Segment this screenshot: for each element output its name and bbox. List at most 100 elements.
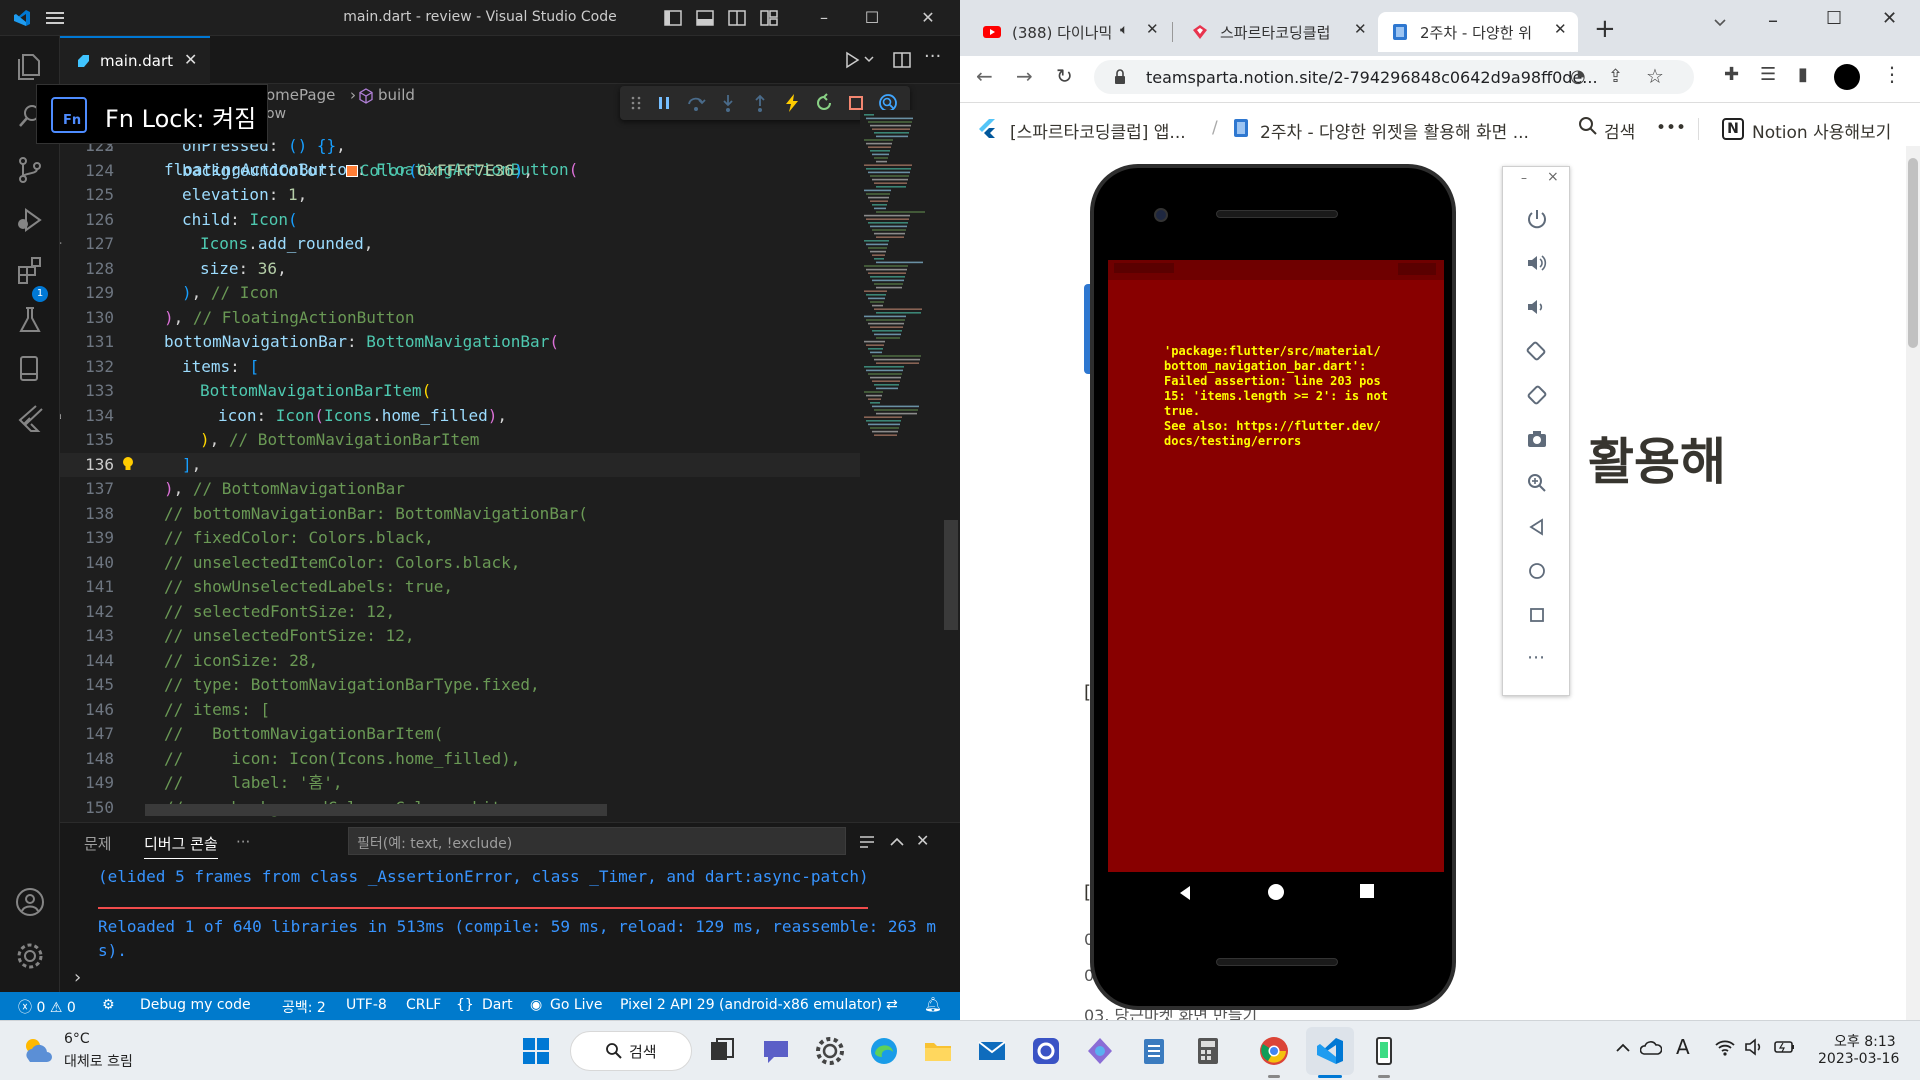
tab-close-icon[interactable]: ✕ bbox=[184, 50, 197, 69]
explorer-icon[interactable] bbox=[14, 50, 46, 82]
notion-search-label[interactable]: 검색 bbox=[1604, 118, 1635, 143]
home-circle-icon[interactable] bbox=[1525, 559, 1549, 583]
profile-avatar[interactable] bbox=[1834, 64, 1860, 90]
customize-layout-icon[interactable] bbox=[760, 9, 778, 27]
edge-icon[interactable] bbox=[868, 1035, 900, 1067]
breadcrumb-item-class[interactable]: omePage bbox=[266, 86, 335, 104]
address-bar[interactable]: teamsparta.notion.site/2-794296848c0642d… bbox=[1094, 60, 1694, 94]
chrome-maximize-icon[interactable]: ☐ bbox=[1826, 8, 1842, 29]
power-icon[interactable] bbox=[1525, 207, 1549, 231]
notion-search-icon[interactable] bbox=[1578, 116, 1598, 136]
notifications-bell-icon[interactable]: 🔔︎ bbox=[924, 997, 942, 1013]
back-triangle-icon[interactable] bbox=[1525, 515, 1549, 539]
tab-search-chevron-icon[interactable] bbox=[1712, 14, 1728, 30]
extended-controls-icon[interactable]: ⋯ bbox=[1527, 647, 1545, 668]
chrome-icon[interactable] bbox=[1258, 1035, 1290, 1067]
forward-arrow-icon[interactable]: → bbox=[1016, 64, 1033, 88]
minimize-icon[interactable]: – bbox=[812, 6, 836, 30]
toggle-secondary-sidebar-icon[interactable] bbox=[728, 9, 746, 27]
flutter-device[interactable]: Pixel 2 API 29 (android-x86 emulator) bbox=[620, 997, 882, 1013]
run-debug-icon[interactable] bbox=[14, 204, 46, 236]
taskbar-search[interactable]: 검색 bbox=[570, 1031, 692, 1071]
tab-close-icon[interactable]: ✕ bbox=[1146, 20, 1159, 38]
speaker-volume-icon[interactable] bbox=[1744, 1037, 1764, 1057]
try-notion-button[interactable]: Notion 사용해보기 bbox=[1752, 118, 1891, 143]
audio-playing-icon[interactable]: 🔈︎ bbox=[1120, 22, 1128, 38]
maximize-panel-chevron-icon[interactable] bbox=[888, 833, 906, 851]
app-c-icon[interactable] bbox=[1030, 1035, 1062, 1067]
extensions-icon[interactable] bbox=[14, 254, 46, 286]
vscode-taskbar-icon[interactable] bbox=[1314, 1035, 1346, 1067]
editor-horizontal-scrollbar[interactable] bbox=[145, 804, 607, 816]
device-icon[interactable] bbox=[14, 352, 46, 384]
account-icon[interactable] bbox=[14, 886, 46, 918]
debug-console-filter-input[interactable]: 필터(예: text, !exclude) bbox=[348, 827, 846, 855]
performance-icon[interactable]: ◔ bbox=[1570, 66, 1586, 87]
bookmark-star-icon[interactable]: ☆ bbox=[1646, 64, 1664, 88]
debug-status-icon[interactable]: ⚙ bbox=[102, 997, 115, 1013]
word-wrap-icon[interactable] bbox=[858, 833, 876, 851]
settings-icon[interactable] bbox=[814, 1035, 846, 1067]
settings-gear-icon[interactable] bbox=[14, 940, 46, 972]
go-live-button[interactable]: Go Live bbox=[550, 997, 602, 1013]
nav-recents-icon[interactable] bbox=[1360, 884, 1374, 898]
clock-date[interactable]: 2023-03-16 bbox=[1818, 1051, 1899, 1067]
notion-more-icon[interactable]: ••• bbox=[1656, 118, 1686, 138]
tab-close-icon[interactable]: ✕ bbox=[1354, 20, 1367, 38]
panel-more-icon[interactable]: ··· bbox=[236, 833, 250, 851]
errors-status[interactable]: ⓧ 0 ⚠ 0 bbox=[18, 997, 76, 1017]
extensions-puzzle-icon[interactable]: ✚ bbox=[1724, 64, 1739, 85]
reload-icon[interactable]: ↻ bbox=[1056, 64, 1073, 88]
page-scroll-thumb[interactable] bbox=[1908, 158, 1918, 348]
split-editor-icon[interactable] bbox=[892, 50, 912, 70]
copilot-icon[interactable] bbox=[1084, 1035, 1116, 1067]
calculator-icon[interactable] bbox=[1192, 1035, 1224, 1067]
volume-down-icon[interactable] bbox=[1525, 295, 1549, 319]
task-view-icon[interactable] bbox=[706, 1035, 738, 1067]
tab-close-icon[interactable]: ✕ bbox=[1554, 20, 1567, 38]
more-actions-icon[interactable]: ··· bbox=[924, 46, 941, 67]
toggle-primary-sidebar-icon[interactable] bbox=[664, 9, 682, 27]
teams-chat-icon[interactable] bbox=[760, 1035, 792, 1067]
show-hidden-icons-chevron-icon[interactable] bbox=[1614, 1039, 1632, 1057]
editor-scrollbar[interactable] bbox=[944, 520, 958, 630]
close-panel-icon[interactable]: ✕ bbox=[916, 831, 929, 850]
fold-add-icon[interactable]: + bbox=[60, 232, 62, 256]
console-prompt[interactable]: › bbox=[74, 967, 81, 988]
reading-list-icon[interactable]: ☰ bbox=[1760, 64, 1776, 85]
volume-up-icon[interactable] bbox=[1525, 251, 1549, 275]
breadcrumb-item-build[interactable]: build bbox=[378, 86, 415, 104]
rotate-right-icon[interactable] bbox=[1525, 383, 1549, 407]
nav-back-icon[interactable] bbox=[1176, 884, 1194, 902]
code-editor[interactable]: 122 floatingActionButton: FloatingAction… bbox=[60, 110, 860, 818]
side-close-icon[interactable]: × bbox=[1547, 169, 1559, 185]
end-of-line[interactable]: CRLF bbox=[406, 997, 441, 1013]
flutter-icon[interactable] bbox=[14, 402, 46, 434]
side-minimize-icon[interactable]: – bbox=[1521, 171, 1527, 185]
tab-main-dart[interactable]: main.dart ✕ bbox=[60, 36, 210, 84]
encoding[interactable]: UTF-8 bbox=[346, 997, 387, 1013]
side-panel-icon[interactable]: ▮ bbox=[1798, 64, 1808, 85]
screenshot-camera-icon[interactable] bbox=[1525, 427, 1549, 451]
feedback-icon[interactable]: ⇄ bbox=[886, 997, 898, 1013]
toggle-panel-icon[interactable] bbox=[696, 9, 714, 27]
clock-time[interactable]: 오후 8:13 bbox=[1834, 1031, 1896, 1051]
nav-home-icon[interactable] bbox=[1268, 884, 1284, 900]
run-file-icon[interactable] bbox=[842, 50, 862, 70]
language-mode[interactable]: Dart bbox=[482, 997, 513, 1013]
tab-notion-active[interactable]: 2주차 - 다양한 위 ✕ bbox=[1378, 12, 1578, 52]
overview-square-icon[interactable] bbox=[1525, 603, 1549, 627]
weather-icon[interactable] bbox=[20, 1033, 54, 1067]
run-dropdown-chevron-icon[interactable] bbox=[864, 54, 874, 64]
notion-breadcrumb-item[interactable]: [스파르타코딩클럽] 앱... bbox=[1010, 118, 1186, 143]
chrome-minimize-icon[interactable]: – bbox=[1768, 8, 1778, 32]
close-icon[interactable]: ✕ bbox=[916, 6, 940, 30]
file-explorer-icon[interactable] bbox=[922, 1035, 954, 1067]
source-control-icon[interactable] bbox=[14, 154, 46, 186]
notepad-icon[interactable] bbox=[1138, 1035, 1170, 1067]
tab-debug-console[interactable]: 디버그 콘솔 bbox=[144, 833, 218, 859]
chrome-close-icon[interactable]: ✕ bbox=[1882, 8, 1897, 29]
new-tab-button[interactable]: + bbox=[1594, 14, 1616, 44]
minimap[interactable] bbox=[860, 110, 940, 818]
maximize-icon[interactable]: ☐ bbox=[860, 6, 884, 30]
